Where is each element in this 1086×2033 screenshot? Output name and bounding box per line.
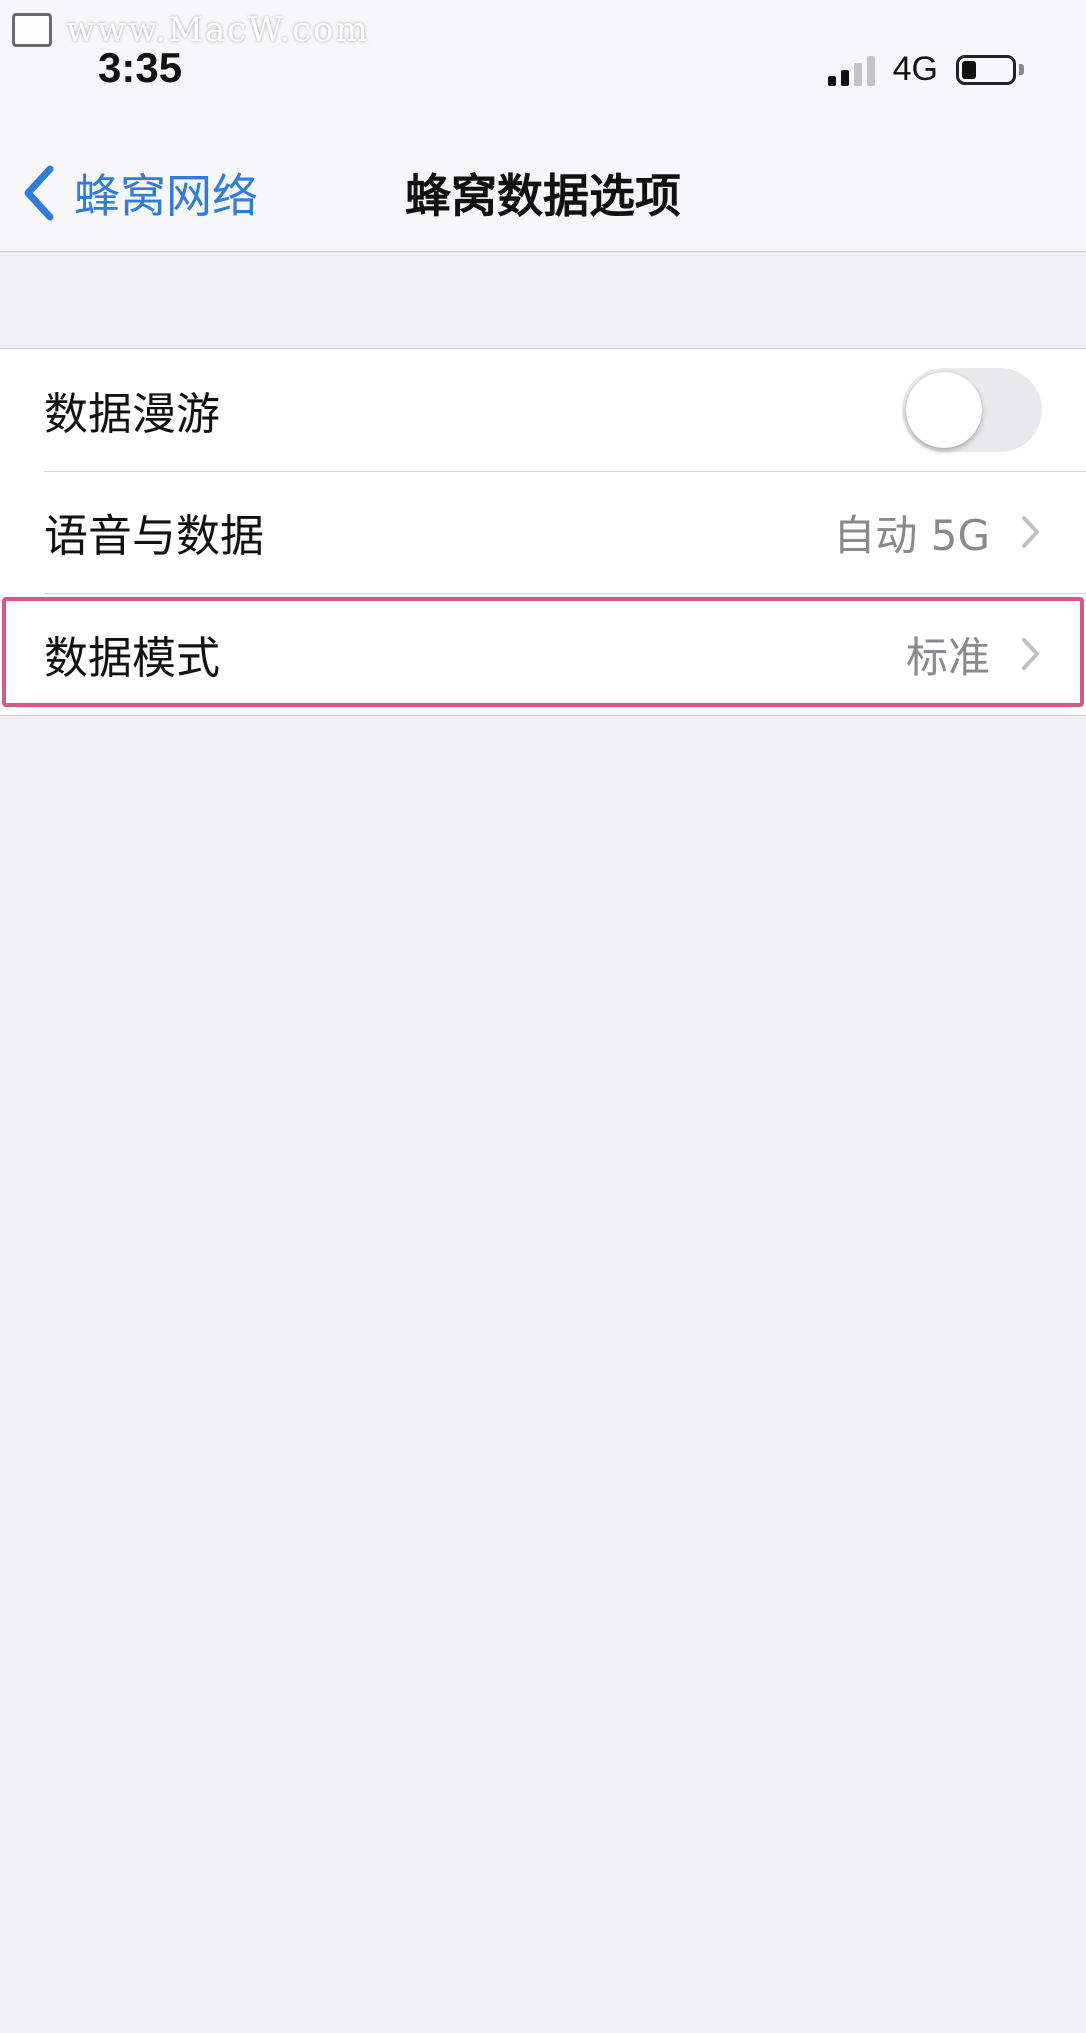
row-data-roaming: 数据漫游 bbox=[0, 349, 1086, 471]
monitor-logo-icon bbox=[12, 13, 52, 47]
chevron-right-icon bbox=[1022, 516, 1039, 548]
watermark: www.MacW.com bbox=[12, 10, 370, 50]
data-roaming-toggle[interactable] bbox=[902, 368, 1042, 452]
voice-data-value: 自动 5G bbox=[833, 510, 990, 560]
data-mode-label: 数据模式 bbox=[44, 633, 220, 684]
network-type: 4G bbox=[892, 50, 938, 88]
watermark-text: www.MacW.com bbox=[66, 10, 370, 50]
status-indicators: 4G bbox=[827, 50, 1024, 89]
page-title: 蜂窝数据选项 bbox=[405, 169, 681, 223]
chevron-right-icon bbox=[1022, 638, 1039, 670]
toggle-knob bbox=[906, 372, 982, 448]
row-data-mode[interactable]: 数据模式 标准 bbox=[0, 593, 1086, 715]
settings-group: 数据漫游 语音与数据 自动 5G 数据模式 标准 bbox=[0, 348, 1086, 716]
battery-icon bbox=[956, 54, 1024, 85]
navigation-bar: 蜂窝网络 蜂窝数据选项 bbox=[0, 110, 1086, 252]
status-time: 3:35 bbox=[98, 44, 183, 91]
data-roaming-label: 数据漫游 bbox=[44, 389, 220, 440]
cellular-signal-icon bbox=[827, 54, 875, 86]
data-mode-value: 标准 bbox=[905, 632, 990, 682]
voice-data-label: 语音与数据 bbox=[44, 511, 264, 562]
row-voice-data[interactable]: 语音与数据 自动 5G bbox=[0, 471, 1086, 593]
